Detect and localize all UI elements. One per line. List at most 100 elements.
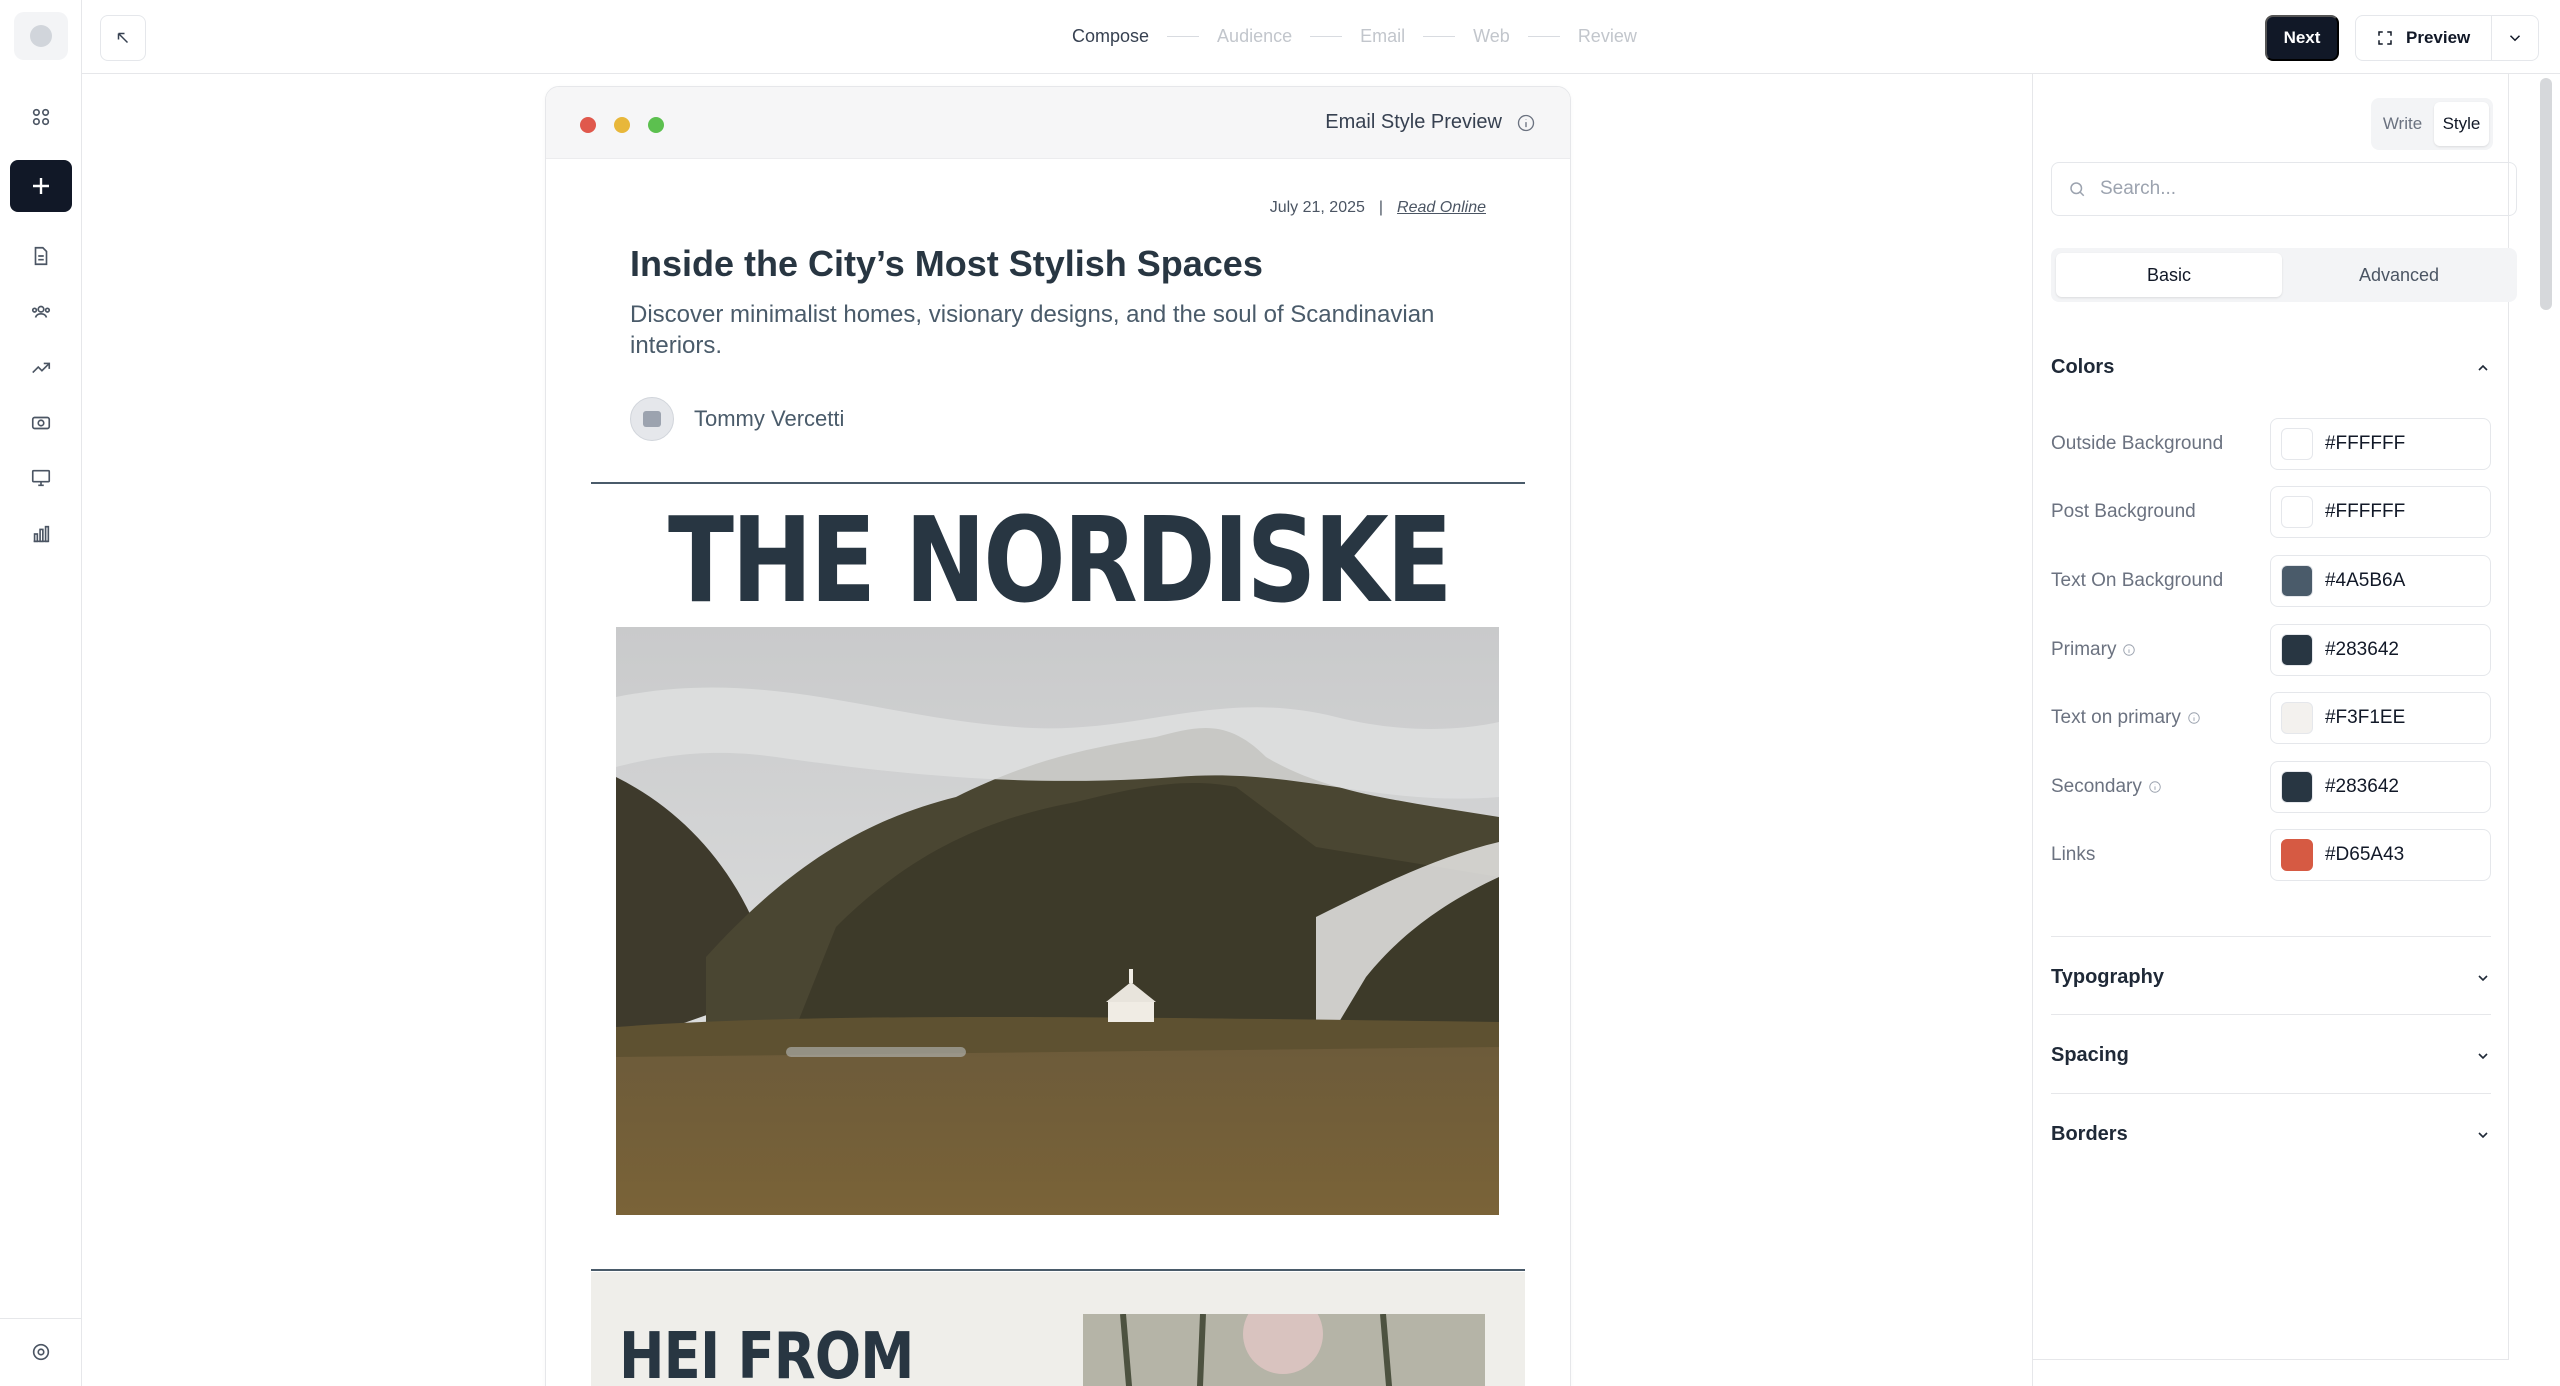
color-swatch[interactable] [2280,428,2313,460]
search-box [2051,162,2517,216]
top-bar: Compose Audience Email Web Review Next P… [82,0,2560,74]
color-row-post-background: Post Background #FFFFFF [2051,486,2491,538]
settings-icon[interactable] [25,1336,57,1368]
color-value: #283642 [2324,776,2399,797]
chevron-down-icon [2478,1131,2488,1138]
color-swatch[interactable] [2280,496,2313,528]
preview-window-header: Email Style Preview [546,87,1570,159]
color-field[interactable]: #4A5B6A [2269,555,2491,607]
typography-section-title: Typography [2051,966,2164,988]
color-value: #FFFFFF [2324,433,2406,454]
info-icon[interactable] [2148,780,2162,794]
email-preview-window: Email Style Preview July 21, 2025 | Read… [545,86,1571,1386]
email-headline: Inside the City’s Most Stylish Spaces [630,243,1263,284]
app-root: Compose Audience Email Web Review Next P… [0,0,2560,1386]
hero-image [616,627,1499,1215]
bar-chart-icon[interactable] [25,518,57,550]
collapse-button[interactable] [100,15,146,61]
preview-dropdown-button[interactable] [2492,29,2538,47]
step-email[interactable]: Email [1360,26,1405,47]
meta-separator: | [1378,199,1384,216]
color-swatch[interactable] [2280,565,2313,597]
color-label: Text on primary [2051,707,2181,728]
color-swatch[interactable] [2280,771,2313,803]
color-field[interactable]: #FFFFFF [2269,418,2491,470]
email-subheadline: Discover minimalist homes, visionary des… [630,301,1435,359]
typography-section-header[interactable]: Typography [2051,966,2491,989]
maximize-dot-icon [648,117,664,133]
borders-section-header[interactable]: Borders [2051,1123,2491,1146]
color-label: Outside Background [2051,433,2224,454]
color-swatch[interactable] [2280,839,2313,871]
preview-window-title: Email Style Preview [1325,111,1502,133]
expand-icon [2378,31,2392,45]
color-value: #4A5B6A [2324,570,2406,591]
tab-basic[interactable]: Basic [2056,253,2282,297]
color-label: Secondary [2051,776,2142,797]
spacing-section-header[interactable]: Spacing [2051,1044,2491,1067]
search-icon [2070,182,2085,197]
author-avatar [630,397,674,441]
color-field[interactable]: #F3F1EE [2269,692,2491,744]
step-separator [1167,36,1200,37]
color-row-primary: Primary #283642 [2051,624,2491,676]
chevron-down-icon [2509,35,2521,42]
colors-section-title: Colors [2051,356,2115,378]
author-row: Tommy Vercetti [630,397,844,441]
basic-advanced-toggle: Basic Advanced [2051,248,2517,302]
color-swatch[interactable] [2280,702,2313,734]
read-online-link[interactable]: Read Online [1397,199,1486,217]
color-row-text-on-background: Text On Background #4A5B6A [2051,555,2491,607]
arrow-up-left-icon [117,32,129,44]
preview-button[interactable]: Preview [2356,16,2492,60]
trend-icon[interactable] [25,352,57,384]
color-value: #FFFFFF [2324,501,2406,522]
step-navigation: Compose Audience Email Web Review [1072,26,1637,47]
color-field[interactable]: #D65A43 [2269,829,2491,881]
color-value: #F3F1EE [2324,707,2406,728]
color-row-outside-background: Outside Background #FFFFFF [2051,418,2491,470]
chevron-down-icon [2478,1052,2488,1059]
preview-label: Preview [2406,28,2471,47]
chevron-up-icon [2478,364,2488,371]
tab-write[interactable]: Write [2375,102,2430,146]
color-field[interactable]: #FFFFFF [2269,486,2491,538]
minimize-dot-icon [614,117,630,133]
new-post-button[interactable] [10,160,72,212]
info-icon[interactable] [2122,643,2136,657]
color-label-primary: Primary [2051,639,2270,661]
plus-icon [33,178,49,194]
color-label: Links [2051,844,2096,865]
preview-button-group: Preview [2355,15,2539,61]
logo-icon[interactable] [14,12,68,60]
step-audience[interactable]: Audience [1217,26,1292,47]
step-review[interactable]: Review [1578,26,1637,47]
step-compose[interactable]: Compose [1072,26,1149,47]
header-divider [591,482,1525,484]
document-icon[interactable] [25,240,57,272]
step-separator [1310,36,1343,37]
feature-section-title: HEI FROM [619,1320,914,1386]
section-divider [2051,1093,2491,1094]
info-icon[interactable] [1516,113,1536,133]
mode-toggle: Write Style [2371,98,2493,150]
money-icon[interactable] [25,407,57,439]
apps-grid-icon[interactable] [25,101,57,133]
audience-icon[interactable] [25,296,57,328]
panel-scrollbar[interactable] [2540,78,2552,310]
tab-advanced[interactable]: Advanced [2286,253,2512,297]
colors-section-header[interactable]: Colors [2051,356,2491,379]
color-label-secondary: Secondary [2051,776,2270,798]
color-field[interactable]: #283642 [2269,624,2491,676]
brand-title: THE NORDISKE [667,491,1453,629]
color-label: Primary [2051,639,2117,660]
color-row-secondary: Secondary #283642 [2051,761,2491,813]
info-icon[interactable] [2187,711,2201,725]
next-button[interactable]: Next [2265,15,2339,61]
monitor-icon[interactable] [25,462,57,494]
color-field[interactable]: #283642 [2269,761,2491,813]
step-web[interactable]: Web [1473,26,1510,47]
search-input[interactable] [2100,178,2500,200]
color-swatch[interactable] [2280,634,2313,666]
tab-style[interactable]: Style [2434,102,2489,146]
